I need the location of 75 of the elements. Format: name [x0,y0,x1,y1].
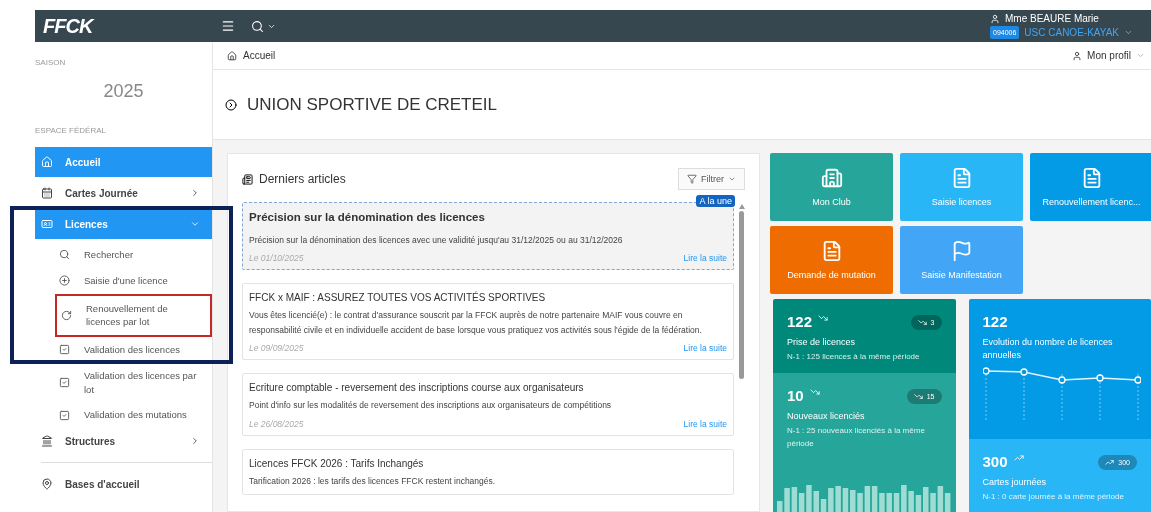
chevron-down-icon [1124,28,1133,37]
filter-icon [687,174,697,184]
newspaper-icon [242,173,253,185]
article-date: Le 09/09/2025 [249,343,304,354]
scroll-up-icon[interactable] [738,204,745,209]
article-date: Le 01/10/2025 [249,253,304,264]
stat-value: 300 [982,452,1008,470]
stat-value: 122 [982,313,1008,330]
stat-value: 122 [787,313,813,330]
article-title: Précision sur la dénomination des licences [249,211,486,223]
article-text: Point d'info sur les modalités de reversement des inscriptions aux organisateurs de compétitions [249,399,613,413]
user-icon [1072,50,1083,61]
panel-title: Derniers articles [259,172,346,186]
chevron-right-icon [190,436,200,447]
id-card-icon [41,218,53,230]
nav-subitem[interactable]: Validation des mutations [35,402,212,429]
article-title: Ecriture comptable - reversement des inscriptions course aux organisateurs [249,382,585,394]
nav-item[interactable]: Bases d'accueil [35,471,212,498]
article-text: Précision sur la dénomination des licences avec une validité jusqu'au 31/12/2025 ou au 31/12/2026 [249,234,624,247]
home-icon [41,156,53,168]
breadcrumb-link[interactable]: Accueil [243,50,276,61]
article-date: Le 26/08/2025 [249,418,304,429]
chevron-circle-icon [225,98,237,111]
trend-down-icon [913,392,923,402]
nav-subitem[interactable]: Validation des licences par lot [35,362,212,403]
stat-label: Evolution du nombre de licences annuelles [982,336,1114,363]
stat-label: Nouveaux licenciés [787,410,866,424]
stat-value: 10 [787,387,804,405]
section-label: ESPACE FÉDÉRAL [35,125,107,135]
nav-subitem[interactable]: Renouvellement de licences par lot [55,293,212,338]
trend-down-icon [917,318,927,327]
building-icon [820,167,843,189]
page-title: UNION SPORTIVE DE CRETEIL [247,94,497,115]
map-pin-icon [41,478,53,491]
trend-up-icon [1013,452,1024,463]
nav-subitem[interactable]: Validation des licences [35,337,212,363]
stat-label: Prise de licences [787,336,857,349]
plus-circle-icon [59,275,70,287]
calendar-icon [41,187,53,199]
home-icon [227,50,237,61]
article-title: Licences FFCK 2026 : Tarifs Inchangés [249,457,425,469]
refresh-icon [61,309,72,321]
user-icon [990,13,1000,24]
season-year: 2025 [102,80,145,102]
article-title: FFCK x MAIF : ASSUREZ TOUTES VOS ACTIVITÉS SPORTIVES [249,292,547,304]
chevron-down-icon [190,219,200,229]
nav-subitem[interactable]: Saisie d'une licence [35,267,212,294]
trend-up-icon [1105,457,1115,467]
article-text: Tarification 2026 : les tarifs des licences FFCK restent inchangés. [249,474,497,488]
filter-button[interactable]: Filtrer [678,168,745,190]
checkbox-icon [59,377,70,389]
search-icon [251,19,264,33]
checkbox-icon [59,344,70,356]
search-icon [59,249,70,261]
nav-item[interactable]: Structures [35,428,212,455]
menu-icon [221,19,235,33]
stat-note: N-1 : 0 carte journée à la même période [982,490,1125,503]
chevron-right-icon [190,188,200,198]
nav-subitem[interactable]: Rechercher [35,242,212,268]
nav-item[interactable]: Cartes Journée [35,180,212,206]
profile-button[interactable]: Mon profil [1066,49,1151,62]
logo: FFCK [42,14,96,38]
trend-down-icon [818,313,829,323]
article-text: Vous êtes licencié(e) : le contrat d'assurance souscrit par la FFCK auprès de notre partenaire MAIF vous couvre en responsabilité civile et en individuelle accident de base lorsque vous pratiquez vos activités sous l'égide de la fédération. [249,309,703,337]
chevron-down-icon [728,175,736,183]
stat-note: N-1 : 25 nouveaux licenciés à la même période [787,425,926,450]
stat-label: Cartes journées [982,475,1048,489]
chevron-down-icon [1136,51,1145,60]
trend-down-icon [809,387,820,398]
checkbox-icon [59,409,70,421]
building-icon [41,435,53,448]
user-name: Mme BEAURE Marie [1005,13,1099,24]
stat-note: N-1 : 125 licences à la même période [787,351,921,364]
featured-badge: A la une [696,195,735,207]
season-label: SAISON [35,57,67,67]
